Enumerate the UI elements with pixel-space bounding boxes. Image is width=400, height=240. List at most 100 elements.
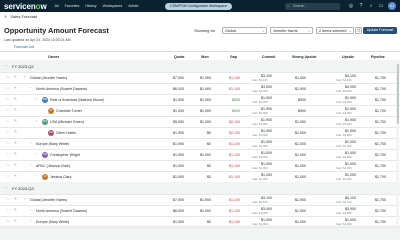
commit-value[interactable]: $3,000 [242, 85, 272, 89]
edit-icon[interactable]: ✎ [14, 208, 17, 212]
global-search-input[interactable]: ⌕ Search [285, 2, 340, 10]
edit-icon[interactable]: ✎ [14, 119, 17, 123]
star-icon[interactable]: ☆ [6, 152, 9, 156]
help-icon[interactable]: ? [358, 3, 364, 9]
forecast-list-link[interactable]: Forecast List [14, 45, 34, 49]
column-gap[interactable]: Gap [230, 55, 237, 59]
upside-value[interactable]: $3,900 [326, 85, 356, 89]
chevron-down-icon[interactable]: ⌄ [5, 63, 8, 67]
commit-value[interactable]: $1,000 [242, 173, 272, 177]
upside-value[interactable]: $1,900 [326, 129, 356, 133]
close-icon[interactable]: ✕ [4, 14, 7, 19]
owner-name[interactable]: Europe (Mary White) [36, 220, 69, 224]
edit-icon[interactable]: ✎ [14, 130, 17, 134]
owner-name[interactable]: Rest of Americas (Mathew Moore) [50, 98, 104, 102]
star-icon[interactable]: ☆ [6, 86, 9, 90]
upside-value[interactable]: $1,000 [326, 218, 356, 222]
star-icon[interactable]: ☆ [6, 174, 9, 178]
star-icon[interactable]: ☆ [6, 119, 9, 123]
star-icon[interactable]: ☆ [6, 141, 9, 145]
menu-favorites[interactable]: Favorites [65, 4, 80, 8]
owner-name[interactable]: USA (Michael Green) [50, 120, 84, 124]
workspace-pill[interactable]: CSM/FSM Configurable Workspace [165, 2, 232, 10]
edit-icon[interactable]: ✎ [14, 108, 17, 112]
owner-name[interactable]: Jessica Clark [50, 175, 71, 179]
upside-value[interactable]: $1,000 [326, 162, 356, 166]
column-upside[interactable]: Upside [342, 55, 354, 59]
chevron-right-icon[interactable]: › [24, 75, 25, 79]
edit-icon[interactable]: ✎ [14, 163, 17, 167]
table-row[interactable]: ☆ ✎ › Europe (Mary White) $1,900 $0 $1,100 $1,0… [0, 216, 400, 228]
star-icon[interactable]: ☆ [6, 108, 9, 112]
servicenow-logo[interactable]: servicenow [4, 2, 47, 11]
star-icon[interactable]: ☆ [6, 130, 9, 134]
upside-value[interactable]: $1,900 [326, 118, 356, 122]
copy-icon[interactable]: ❐ [355, 26, 362, 34]
chevron-right-icon[interactable]: › [36, 152, 37, 156]
commit-value[interactable]: $3,100 [242, 196, 272, 200]
star-icon[interactable]: ☆ [6, 97, 9, 101]
items-select[interactable]: 2 items selected ⌄ [316, 26, 354, 34]
chevron-right-icon[interactable]: › [36, 174, 37, 178]
edit-icon[interactable]: ✎ [14, 174, 17, 178]
commit-value[interactable]: $1,900 [242, 118, 272, 122]
edit-icon[interactable]: ✎ [14, 219, 17, 223]
column-owner[interactable]: Owner [48, 55, 59, 59]
column-strong-upside[interactable]: Strong Upside [292, 55, 317, 59]
menu-admin[interactable]: Admin [128, 4, 138, 8]
commit-value[interactable]: $1,000 [242, 162, 272, 166]
edit-icon[interactable]: ✎ [14, 141, 17, 145]
bell-icon[interactable]: ♪ [368, 3, 374, 9]
upside-value[interactable]: $1,900 [326, 107, 356, 111]
commit-value[interactable]: $1,000 [242, 151, 272, 155]
edit-icon[interactable]: ✎ [14, 75, 17, 79]
owner-name[interactable]: Global (Jennifer Harris) [30, 198, 67, 202]
star-icon[interactable]: ☆ [6, 163, 9, 167]
owner-name[interactable]: North America (Scarlet Dawson) [36, 87, 87, 91]
star-icon[interactable]: ☆ [6, 75, 9, 79]
chevron-right-icon[interactable]: › [30, 163, 31, 167]
chevron-right-icon[interactable]: › [24, 197, 25, 201]
menu-history[interactable]: History [85, 4, 96, 8]
menu-all[interactable]: All [55, 4, 59, 8]
chevron-right-icon[interactable]: › [30, 141, 31, 145]
column-pipeline[interactable]: Pipeline [371, 55, 385, 59]
edit-icon[interactable]: ✎ [14, 197, 17, 201]
owner-name[interactable]: Oliver Harris [56, 131, 76, 135]
tab-sales-forecast[interactable]: ✕ Sales Forecast [4, 14, 37, 19]
edit-icon[interactable]: ✎ [14, 152, 17, 156]
owner-name[interactable]: North America (Scarlet Dawson) [36, 209, 87, 213]
commit-value[interactable]: $3,100 [242, 74, 272, 78]
commit-value[interactable]: $3,000 [242, 207, 272, 211]
upside-value[interactable]: $1,000 [326, 140, 356, 144]
chevron-right-icon[interactable]: › [36, 97, 37, 101]
update-forecast-button[interactable]: Update Forecast [363, 26, 397, 34]
commit-value[interactable]: $1,900 [242, 96, 272, 100]
star-icon[interactable]: ☆ [6, 208, 9, 212]
menu-workspaces[interactable]: Workspaces [103, 4, 123, 8]
chevron-down-icon[interactable]: ⌄ [5, 185, 8, 189]
owner-name[interactable]: APAC (Jessica Clark) [36, 164, 70, 168]
owner-name[interactable]: Charlotte Turner [56, 109, 82, 113]
chevron-right-icon[interactable]: › [30, 86, 31, 90]
star-icon[interactable]: ☆ [6, 197, 9, 201]
commit-value[interactable]: $1,000 [242, 218, 272, 222]
upside-value[interactable]: $4,100 [326, 74, 356, 78]
upside-value[interactable]: $1,900 [326, 96, 356, 100]
chevron-right-icon[interactable]: › [36, 119, 37, 123]
column-won[interactable]: Won [201, 55, 209, 59]
chevron-right-icon[interactable]: › [30, 219, 31, 223]
column-quota[interactable]: Quota [174, 55, 184, 59]
upside-value[interactable]: $1,000 [326, 173, 356, 177]
user-avatar[interactable]: AJ [388, 2, 396, 10]
scrollbar[interactable] [396, 60, 399, 225]
upside-value[interactable]: $3,900 [326, 207, 356, 211]
upside-value[interactable]: $1,000 [326, 151, 356, 155]
territory-select[interactable]: Global ⌕ [222, 26, 267, 34]
owner-name[interactable]: Europe (Mary White) [36, 142, 69, 146]
edit-icon[interactable]: ✎ [14, 86, 17, 90]
globe-icon[interactable]: ◎ [348, 3, 354, 9]
upside-value[interactable]: $4,100 [326, 196, 356, 200]
owner-name[interactable]: Global (Jennifer Harris) [30, 76, 67, 80]
star-icon[interactable]: ☆ [6, 219, 9, 223]
